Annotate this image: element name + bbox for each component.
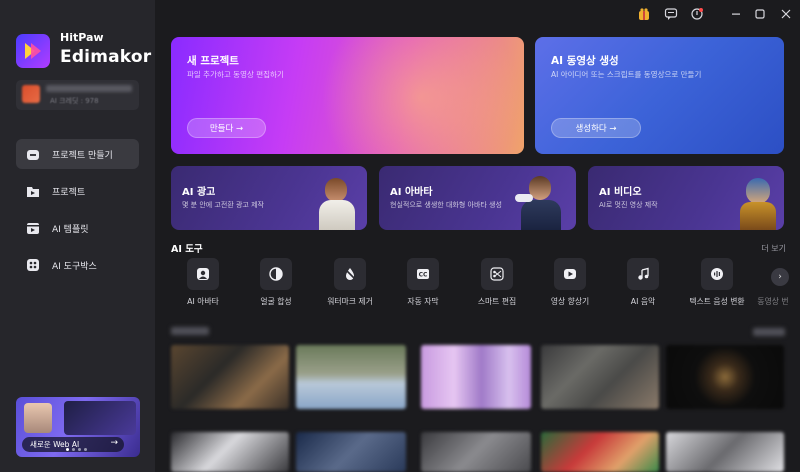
watermark-remove-icon [334, 258, 366, 290]
credits-text: AI 크레딧 : 978 [50, 97, 99, 105]
template-thumbnail[interactable] [296, 345, 406, 409]
ai-ad-desc: 몇 분 안에 고전환 광고 제작 [182, 201, 264, 209]
ai-video-generate-card[interactable]: AI 동영상 생성 AI 아이디어 또는 스크립트를 동영상으로 만들기 생성하… [535, 37, 784, 154]
tool-auto-caption[interactable]: CC 자동 자막 [388, 258, 458, 307]
main-area: 새 프로젝트 파일 추가하고 동영상 편집하기 만들다 → AI 동영상 생성 … [155, 0, 800, 472]
sidebar-item-label: AI 템플릿 [52, 224, 89, 235]
ai-ad-card[interactable]: AI 광고 몇 분 안에 고전환 광고 제작 [171, 166, 367, 230]
sidebar-item-label: 프로젝트 [52, 187, 86, 198]
template-icon [26, 221, 40, 235]
ai-video-generate-title: AI 동영상 생성 [551, 55, 619, 67]
template-thumbnail[interactable] [541, 345, 659, 409]
web-ai-promo-banner[interactable]: 새로운 Web AI → [16, 397, 140, 457]
sidebar-item-label: AI 도구박스 [52, 261, 97, 272]
section-heading-blurred [171, 327, 209, 335]
ai-ad-person-image [315, 176, 359, 230]
tool-label: AI 음악 [630, 297, 656, 306]
toolbox-icon [26, 258, 40, 272]
tool-label: AI 아바타 [187, 297, 219, 306]
sidebar-item-projects[interactable]: 프로젝트 [16, 176, 139, 206]
ai-video-desc: AI로 멋진 영상 제작 [599, 201, 658, 209]
tool-label: 자동 자막 [407, 297, 439, 306]
sidebar-item-create-project[interactable]: 프로젝트 만들기 [16, 139, 139, 169]
ai-avatar-card[interactable]: AI 아바타 현실적으로 생생한 대화형 아바타 생성 [379, 166, 576, 230]
sidebar: HitPaw Edimakor AI 크레딧 : 978 프로젝트 만들기 프로… [0, 0, 155, 472]
new-project-desc: 파일 추가하고 동영상 편집하기 [187, 70, 284, 79]
tool-label: 동영상 번 [757, 297, 789, 306]
close-icon[interactable] [779, 6, 793, 20]
svg-text:CC: CC [419, 272, 428, 279]
tool-video-enhancer[interactable]: 영상 향상기 [535, 258, 605, 307]
ai-avatar-title: AI 아바타 [390, 187, 433, 198]
new-project-title: 새 프로젝트 [187, 55, 239, 67]
ai-video-painting-image [738, 176, 778, 230]
ai-video-generate-desc: AI 아이디어 또는 스크립트를 동영상으로 만들기 [551, 70, 702, 79]
music-icon [627, 258, 659, 290]
tool-ai-avatar[interactable]: AI 아바타 [168, 258, 238, 307]
brand-name-top: HitPaw [60, 31, 104, 44]
caption-icon: CC [407, 258, 439, 290]
generate-button[interactable]: 생성하다 → [551, 118, 641, 138]
sidebar-item-label: 프로젝트 만들기 [52, 150, 113, 161]
account-name [46, 85, 132, 92]
maximize-icon[interactable] [753, 6, 767, 20]
avatar [22, 85, 40, 103]
gift-icon[interactable] [637, 6, 651, 20]
tool-label: 워터마크 제거 [327, 297, 373, 306]
account-credits[interactable]: AI 크레딧 : 978 [16, 80, 139, 110]
tool-label: 텍스트 음성 변환 [689, 297, 745, 306]
ai-tools-title: AI 도구 [171, 244, 203, 255]
face-swap-icon [260, 258, 292, 290]
template-thumbnail[interactable] [171, 432, 289, 472]
template-thumbnail[interactable] [421, 345, 531, 409]
create-button[interactable]: 만들다 → [187, 118, 266, 138]
ai-video-title: AI 비디오 [599, 187, 642, 198]
template-thumbnail[interactable] [541, 432, 659, 472]
ai-video-card[interactable]: AI 비디오 AI로 멋진 영상 제작 [588, 166, 784, 230]
ai-ad-title: AI 광고 [182, 187, 216, 198]
template-thumbnail[interactable] [666, 345, 784, 409]
ai-avatar-desc: 현실적으로 생생한 대화형 아바타 생성 [390, 201, 502, 209]
app-logo [16, 34, 50, 68]
arrow-right-icon: → [110, 438, 118, 448]
template-thumbnail[interactable] [666, 432, 784, 472]
minimize-icon[interactable] [729, 6, 743, 20]
see-more-link[interactable]: 더 보기 [761, 243, 786, 254]
section-more-blurred [753, 328, 785, 336]
promo-carousel-dots [66, 448, 87, 451]
new-project-card[interactable]: 새 프로젝트 파일 추가하고 동영상 편집하기 만들다 → [171, 37, 524, 154]
tool-label: 스마트 편집 [477, 297, 517, 306]
smart-edit-icon [481, 258, 513, 290]
update-icon[interactable] [690, 6, 704, 20]
tool-face-swap[interactable]: 얼굴 합성 [241, 258, 311, 307]
tool-label: 얼굴 합성 [260, 297, 292, 306]
template-thumbnail[interactable] [296, 432, 406, 472]
app-window: HitPaw Edimakor AI 크레딧 : 978 프로젝트 만들기 프로… [0, 0, 800, 472]
promo-preview-image [64, 401, 136, 435]
tool-watermark-remove[interactable]: 워터마크 제거 [315, 258, 385, 307]
promo-person-image [24, 403, 52, 433]
tool-ai-music[interactable]: AI 음악 [608, 258, 678, 307]
sidebar-item-toolbox[interactable]: AI 도구박스 [16, 250, 139, 280]
tool-smart-edit[interactable]: 스마트 편집 [462, 258, 532, 307]
template-thumbnail[interactable] [421, 432, 531, 472]
brand-name-main: Edimakor [60, 47, 152, 67]
video-enhance-icon [554, 258, 586, 290]
avatar-icon [187, 258, 219, 290]
tools-next-button[interactable]: › [771, 268, 789, 286]
folder-icon [26, 184, 40, 198]
sidebar-item-templates[interactable]: AI 템플릿 [16, 213, 139, 243]
home-icon [26, 147, 40, 161]
ai-avatar-person-image [511, 176, 571, 230]
tts-icon [701, 258, 733, 290]
feedback-icon[interactable] [664, 6, 678, 20]
tool-text-to-speech[interactable]: 텍스트 음성 변환 [682, 258, 752, 307]
template-thumbnail[interactable] [171, 345, 289, 409]
tool-label: 영상 향상기 [550, 297, 590, 306]
